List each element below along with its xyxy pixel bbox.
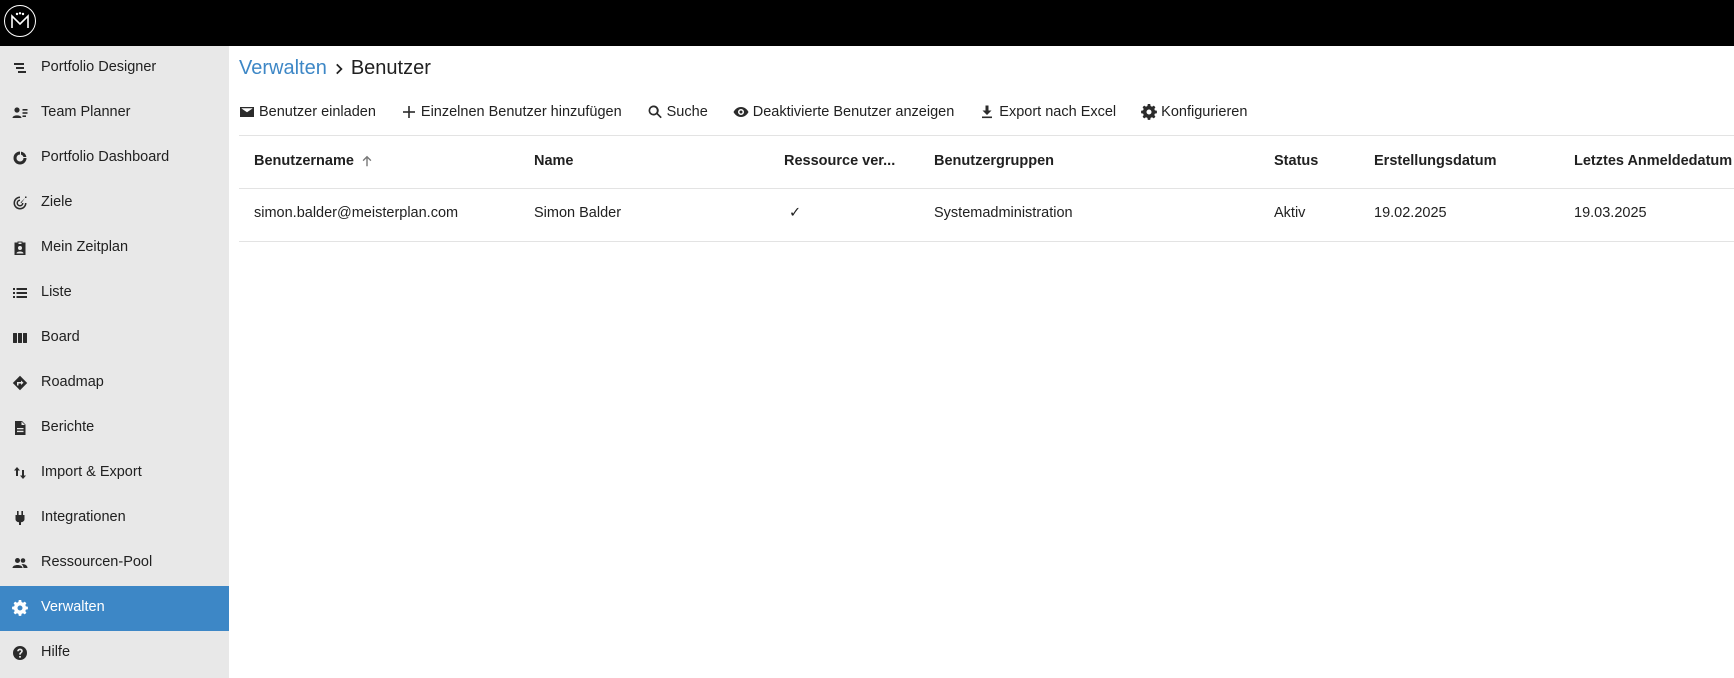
configure-label: Konfigurieren (1161, 104, 1248, 120)
top-bar (0, 0, 1734, 46)
toolbar: Benutzer einladen Einzelnen Benutzer hin… (239, 100, 1272, 124)
cell-username: simon.balder@meisterplan.com (254, 205, 459, 221)
column-header-name[interactable]: Name (534, 153, 574, 169)
add-single-user-button[interactable]: Einzelnen Benutzer hinzufügen (401, 104, 622, 120)
sidebar-item-label: Verwalten (41, 599, 105, 615)
sidebar-item-berichte[interactable]: Berichte (0, 406, 229, 451)
help-icon (12, 645, 28, 661)
invite-users-label: Benutzer einladen (259, 104, 376, 120)
page-title: Benutzer (350, 57, 431, 79)
download-icon (982, 105, 993, 119)
plug-icon (12, 510, 28, 526)
target-icon (12, 195, 28, 211)
users-table: Benutzername Name Ressource ver... Benut… (239, 135, 1734, 242)
sidebar-item-verwalten[interactable]: Verwalten (0, 586, 229, 631)
sidebar-item-label: Portfolio Designer (41, 59, 157, 75)
show-deactivated-users-button[interactable]: Deaktivierte Benutzer anzeigen (733, 104, 955, 120)
sidebar-item-label: Portfolio Dashboard (41, 149, 170, 165)
column-header-status[interactable]: Status (1274, 153, 1318, 169)
search-label: Suche (666, 104, 708, 120)
list-icon (12, 285, 28, 301)
cell-status: Aktiv (1274, 205, 1306, 221)
column-header-label: Benutzername (254, 153, 354, 169)
team-planner-icon (12, 105, 28, 121)
sidebar-item-board[interactable]: Board (0, 316, 229, 361)
sidebar-item-label: Integrationen (41, 509, 126, 525)
sidebar-item-hilfe[interactable]: Hilfe (0, 631, 229, 676)
export-excel-button[interactable]: Export nach Excel (979, 104, 1116, 120)
column-header-label: Benutzergruppen (934, 153, 1055, 169)
sidebar-item-label: Liste (41, 284, 72, 300)
breadcrumb-link-verwalten[interactable]: Verwalten (239, 57, 327, 80)
portfolio-designer-icon (12, 60, 28, 76)
gear-icon (12, 600, 28, 616)
dashboard-icon (12, 150, 28, 166)
sidebar-item-label: Hilfe (41, 644, 71, 660)
sort-ascending-icon (362, 155, 372, 167)
invite-users-button[interactable]: Benutzer einladen (239, 104, 376, 120)
sidebar-item-label: Ressourcen-Pool (41, 554, 153, 570)
column-header-username[interactable]: Benutzername (254, 153, 374, 169)
column-header-label: Ressource ver... (784, 153, 896, 169)
show-deactivated-users-label: Deaktivierte Benutzer anzeigen (752, 104, 955, 120)
gear-icon (1141, 104, 1158, 120)
document-icon (12, 420, 28, 436)
column-header-resource[interactable]: Ressource ver... (784, 153, 895, 169)
search-icon (648, 105, 662, 119)
table-row[interactable]: simon.balder@meisterplan.com Simon Balde… (239, 189, 1734, 242)
export-excel-label: Export nach Excel (999, 104, 1117, 120)
column-header-label: Letztes Anmeldedatum (1574, 153, 1733, 169)
add-single-user-label: Einzelnen Benutzer hinzufügen (420, 104, 622, 120)
cell-user-groups: Systemadministration (934, 205, 1073, 221)
column-header-label: Erstellungsdatum (1374, 153, 1497, 169)
search-button[interactable]: Suche (647, 104, 708, 120)
sidebar-item-portfolio-dashboard[interactable]: Portfolio Dashboard (0, 136, 229, 181)
column-header-created[interactable]: Erstellungsdatum (1374, 153, 1496, 169)
cell-last-login: 19.03.2025 (1574, 205, 1647, 221)
sidebar-item-label: Import & Export (41, 464, 142, 480)
column-header-user-groups[interactable]: Benutzergruppen (934, 153, 1054, 169)
sidebar-item-team-planner[interactable]: Team Planner (0, 91, 229, 136)
plus-icon (402, 106, 415, 118)
sidebar-item-integrationen[interactable]: Integrationen (0, 496, 229, 541)
badge-icon (12, 240, 28, 256)
sidebar-item-portfolio-designer[interactable]: Portfolio Designer (0, 46, 229, 91)
sidebar-item-label: Board (41, 329, 80, 345)
cell-name: Simon Balder (534, 205, 622, 221)
people-icon (12, 555, 28, 571)
mail-icon (240, 107, 254, 117)
column-header-label: Name (534, 153, 574, 169)
cell-resource-linked: ✓ (789, 205, 802, 221)
column-header-last-login[interactable]: Letztes Anmeldedatum (1574, 153, 1732, 169)
import-export-icon (12, 465, 28, 481)
sidebar-item-label: Ziele (41, 194, 73, 210)
main-content: Verwalten Benutzer Benutzer einladen Ein… (229, 46, 1734, 678)
board-icon (12, 330, 28, 346)
cell-created: 19.02.2025 (1374, 205, 1447, 221)
meisterplan-logo-icon[interactable] (4, 5, 36, 37)
eye-icon (733, 107, 749, 117)
sidebar-item-label: Team Planner (41, 104, 131, 120)
sidebar-item-mein-zeitplan[interactable]: Mein Zeitplan (0, 226, 229, 271)
column-header-label: Status (1274, 153, 1319, 169)
sidebar-item-liste[interactable]: Liste (0, 271, 229, 316)
configure-button[interactable]: Konfigurieren (1141, 104, 1247, 120)
chevron-right-icon (333, 62, 347, 76)
sidebar-item-ziele[interactable]: Ziele (0, 181, 229, 226)
table-header: Benutzername Name Ressource ver... Benut… (239, 135, 1734, 189)
sidebar-item-roadmap[interactable]: Roadmap (0, 361, 229, 406)
sidebar-item-label: Berichte (41, 419, 95, 435)
sidebar-item-label: Roadmap (41, 374, 104, 390)
sidebar-item-import-export[interactable]: Import & Export (0, 451, 229, 496)
sidebar: Portfolio Designer Team Planner Portfoli… (0, 46, 229, 678)
breadcrumb: Verwalten Benutzer (239, 57, 431, 80)
roadmap-icon (12, 375, 28, 391)
sidebar-item-ressourcen-pool[interactable]: Ressourcen-Pool (0, 541, 229, 586)
sidebar-item-label: Mein Zeitplan (41, 239, 129, 255)
